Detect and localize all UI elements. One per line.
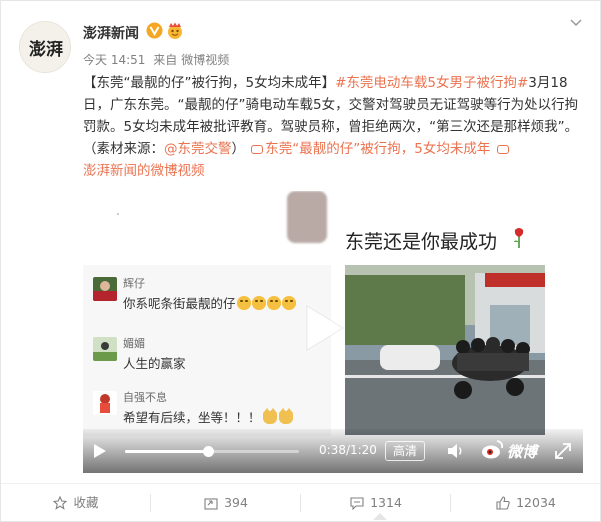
fullscreen-icon[interactable] [553, 441, 573, 461]
avatar-text: 澎湃 [29, 39, 63, 60]
repost-icon [204, 498, 218, 510]
action-bar: 收藏 394 1314 12034 [1, 483, 600, 521]
comment-author: 辉仔 [123, 277, 145, 290]
video-link[interactable]: 东莞“最靓的仔”被行拘，5女均未成年 [265, 141, 490, 157]
repost-count: 394 [224, 495, 248, 510]
like-icon [496, 496, 510, 510]
comment-text: 你系呢条街最靓的仔 [123, 293, 296, 312]
weibo-card: 澎湃 澎湃新闻 今天 14:51 来自 微博视频 【东莞“最靓的仔”被行拘，5女均… [0, 0, 601, 522]
like-button[interactable]: 12034 [451, 484, 601, 522]
video-frame [345, 265, 545, 435]
weibo-logo: 微博 [481, 439, 541, 463]
comment-avatar [93, 337, 117, 361]
laugh-emoji-icon [281, 296, 296, 310]
quality-button[interactable]: 高清 [385, 441, 425, 461]
comment-text: 希望有后续，坐等！！！ [123, 407, 293, 426]
progress-knob[interactable] [202, 446, 214, 457]
post-meta: 今天 14:51 来自 微博视频 [83, 51, 233, 68]
video-controls: 0:38/1:20 高清 微博 [83, 429, 583, 473]
comment-avatar [93, 277, 117, 301]
favorite-button[interactable]: 收藏 [1, 484, 151, 522]
post-title: 【东莞“最靓的仔”被行拘，5女均未成年】 [83, 75, 336, 91]
star-icon [53, 496, 68, 510]
rose-icon [514, 228, 524, 248]
laugh-emoji-icon [236, 296, 251, 310]
link-icon [251, 144, 264, 154]
post-close: ） [231, 141, 246, 157]
time-display: 0:38/1:20 [319, 443, 377, 457]
avatar[interactable]: 澎湃 [19, 21, 71, 73]
hashtag-link[interactable]: #东莞电动车载5女男子被行拘# [335, 75, 528, 91]
mention-link[interactable]: @东莞交警 [164, 141, 232, 157]
comment-avatar [93, 391, 117, 415]
blurred-avatar [287, 191, 327, 243]
cat-emoji-icon [262, 408, 277, 424]
dot [117, 213, 119, 215]
progress-fill [125, 450, 208, 453]
like-count: 12034 [516, 495, 556, 510]
chevron-down-icon[interactable] [568, 15, 584, 31]
comment-author: 自强不息 [123, 391, 167, 404]
comment-count: 1314 [370, 495, 402, 510]
comment-caret [373, 513, 387, 520]
verified-icon [146, 22, 163, 39]
post-time[interactable]: 今天 14:51 [83, 53, 145, 67]
progress-bar[interactable] [125, 446, 299, 457]
play-icon[interactable] [93, 443, 107, 459]
weibo-logo-text: 微博 [507, 443, 538, 461]
vip-icon[interactable] [166, 22, 184, 40]
laugh-emoji-icon [266, 296, 281, 310]
source-prefix: 来自 [153, 53, 178, 67]
comment-text: 人生的赢家 [123, 356, 186, 371]
video-headline: 东莞还是你最成功 [345, 231, 498, 253]
laugh-emoji-icon [251, 296, 266, 310]
post-source[interactable]: 微博视频 [181, 53, 229, 67]
comment-icon [350, 497, 364, 510]
link-icon [496, 144, 509, 154]
channel-link[interactable]: 澎湃新闻的微博视频 [83, 163, 205, 179]
favorite-label: 收藏 [73, 495, 99, 510]
cat-emoji-icon [278, 408, 293, 424]
comment-author: 媚媚 [123, 337, 145, 350]
repost-button[interactable]: 394 [151, 484, 301, 522]
post-text: 【东莞“最靓的仔”被行拘，5女均未成年】#东莞电动车载5女男子被行拘#3月18日… [83, 72, 583, 182]
volume-icon[interactable] [447, 443, 465, 459]
play-icon[interactable] [303, 303, 347, 353]
weibo-logo-icon [482, 440, 504, 459]
author-name[interactable]: 澎湃新闻 [83, 23, 139, 43]
